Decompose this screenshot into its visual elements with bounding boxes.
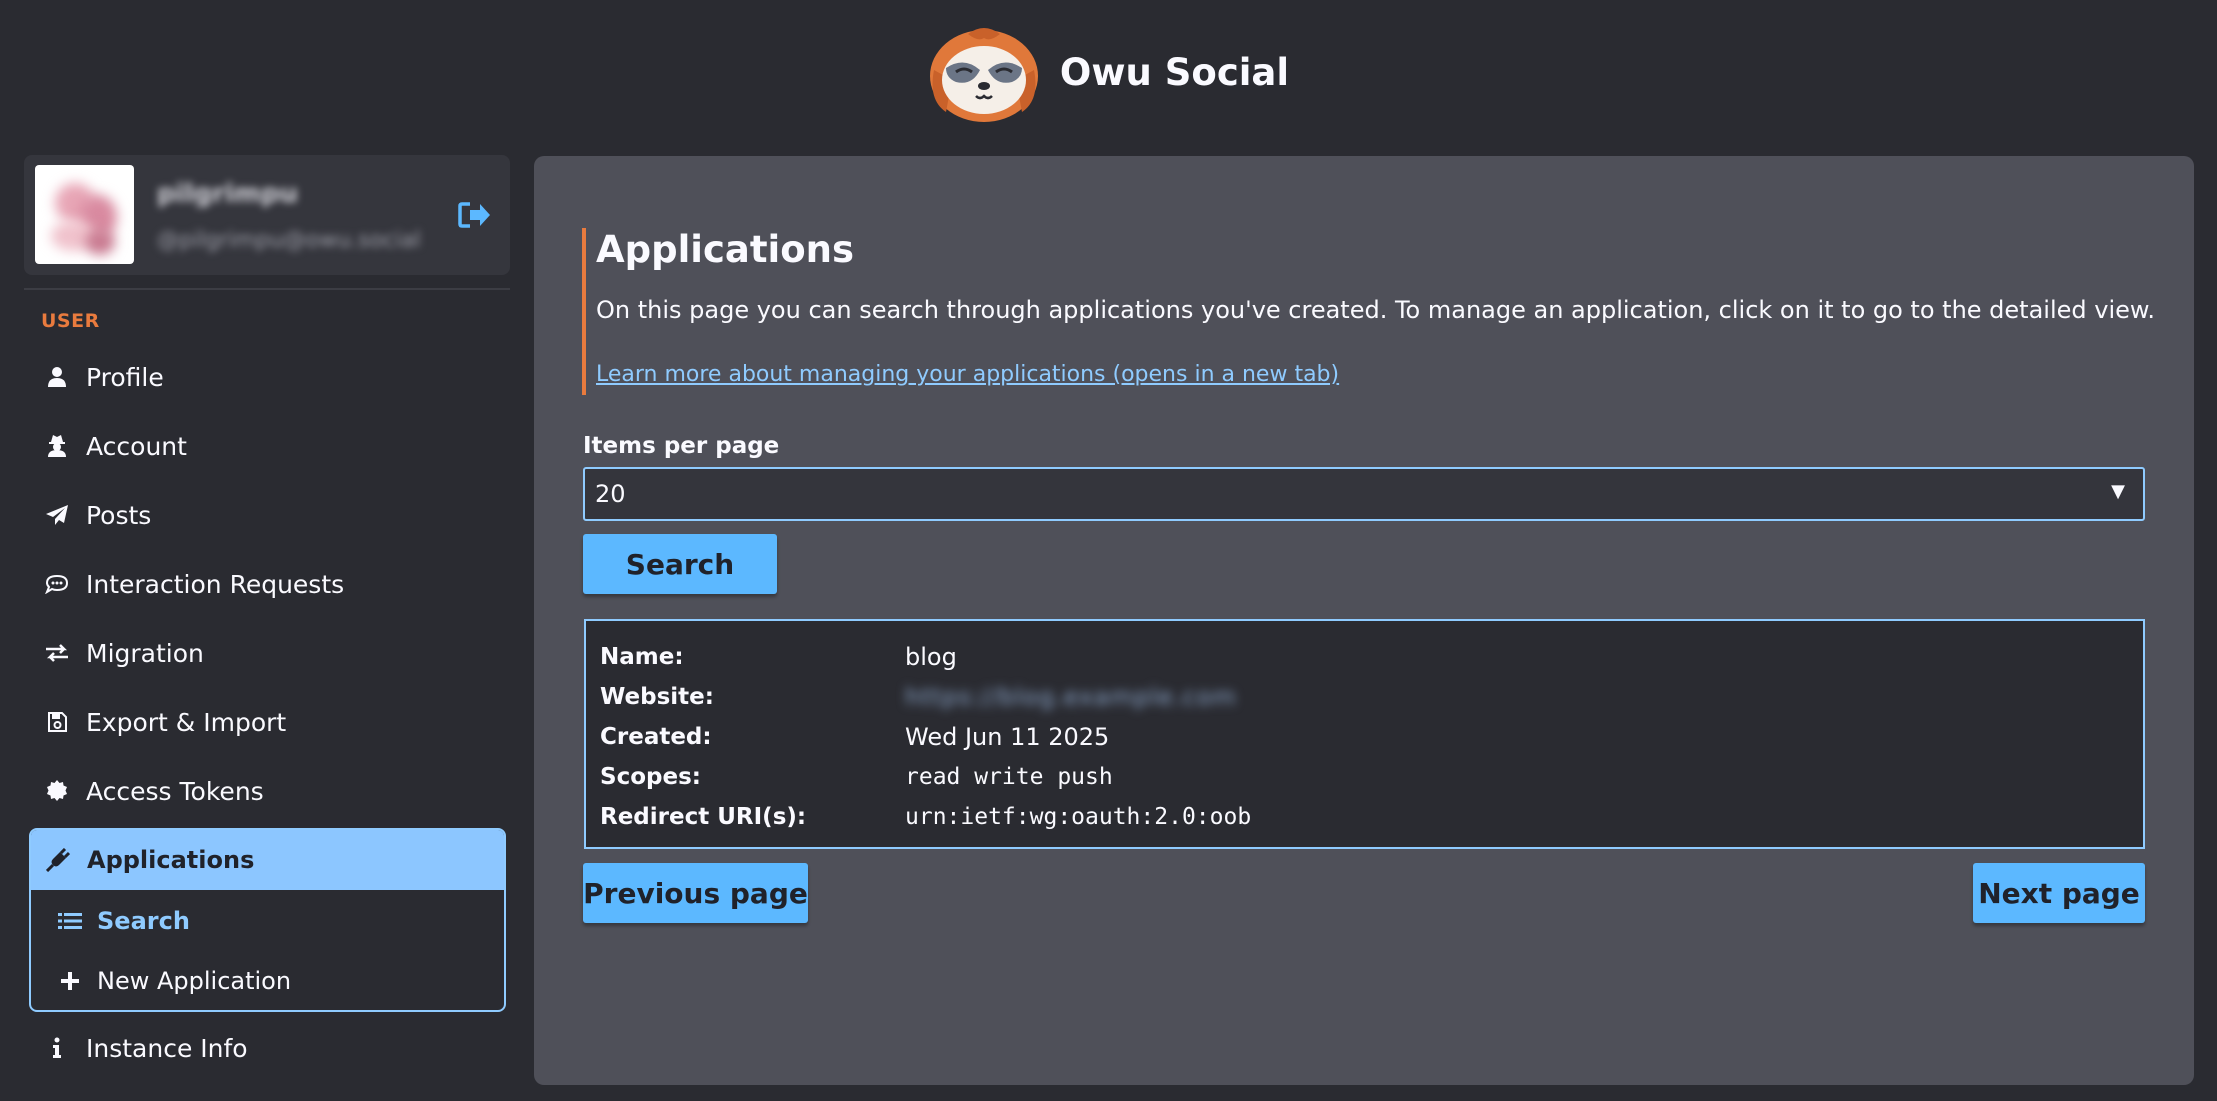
list-icon (57, 908, 83, 934)
sidebar-subitem-label: New Application (97, 967, 292, 995)
sidebar-item-label: Export & Import (86, 707, 287, 737)
sidebar-item-applications[interactable]: Applications (31, 830, 504, 890)
sidebar-item-export-import[interactable]: Export & Import (30, 692, 508, 752)
caret-down-icon: ▼ (2111, 481, 2125, 502)
sidebar-item-instance-info[interactable]: Instance Info (30, 1018, 508, 1078)
application-name: blog (905, 643, 957, 671)
user-icon (44, 364, 70, 390)
logout-icon (458, 202, 490, 228)
sidebar-item-label: Account (86, 431, 187, 461)
field-label: Created: (600, 724, 712, 750)
page-description: On this page you can search through appl… (596, 296, 2155, 324)
main-panel: Applications On this page you can search… (534, 156, 2194, 1085)
sidebar-item-profile[interactable]: Profile (30, 347, 508, 407)
sidebar-item-label: Migration (86, 638, 204, 668)
sidebar: pilgrimpu @pilgrimpu@owu.social USER Pro… (24, 155, 512, 1101)
applications-group: Applications Search New Application (29, 828, 506, 1012)
comments-icon (44, 571, 70, 597)
sidebar-subitem-new-application[interactable]: New Application (31, 952, 504, 1010)
field-label: Scopes: (600, 764, 701, 790)
application-scopes-row: Scopes: read write push (600, 757, 2120, 797)
display-name: pilgrimpu (157, 179, 298, 207)
sidebar-subitem-label: Search (97, 907, 190, 935)
user-card: pilgrimpu @pilgrimpu@owu.social (24, 155, 510, 275)
site-header: Owu Social (0, 0, 2217, 150)
sidebar-divider (24, 288, 510, 290)
sidebar-item-label: Applications (87, 846, 255, 874)
avatar[interactable] (35, 165, 134, 264)
application-redirect-row: Redirect URI(s): urn:ietf:wg:oauth:2.0:o… (600, 797, 2120, 837)
section-label-user: USER (41, 310, 100, 332)
sidebar-item-interaction-requests[interactable]: Interaction Requests (30, 554, 508, 614)
application-created-row: Created: Wed Jun 11 2025 (600, 717, 2120, 757)
logout-button[interactable] (456, 197, 494, 233)
application-website: https://blog.example.com (905, 683, 1237, 711)
items-per-page-value: 20 (595, 480, 626, 508)
certificate-icon (44, 778, 70, 804)
sidebar-item-label: Posts (86, 500, 152, 530)
field-label: Name: (600, 644, 684, 670)
previous-page-button[interactable]: Previous page (583, 863, 808, 923)
application-scopes: read write push (905, 764, 1113, 790)
sloth-logo-icon[interactable] (928, 20, 1040, 124)
plus-icon (57, 968, 83, 994)
field-label: Redirect URI(s): (600, 804, 807, 830)
items-per-page-label: Items per page (583, 433, 780, 459)
sidebar-item-label: Instance Info (86, 1033, 248, 1063)
user-secret-icon (44, 433, 70, 459)
floppy-disk-icon (44, 709, 70, 735)
application-entry[interactable]: Name: blog Website: https://blog.example… (584, 619, 2145, 849)
application-redirect-uri: urn:ietf:wg:oauth:2.0:oob (905, 804, 1252, 830)
page-intro: Applications On this page you can search… (582, 228, 2155, 395)
info-icon (44, 1035, 70, 1061)
sidebar-item-migration[interactable]: Migration (30, 623, 508, 683)
account-handle: @pilgrimpu@owu.social (157, 228, 421, 252)
application-created: Wed Jun 11 2025 (905, 723, 1110, 751)
field-label: Website: (600, 684, 714, 710)
sidebar-item-account[interactable]: Account (30, 416, 508, 476)
sidebar-item-posts[interactable]: Posts (30, 485, 508, 545)
sidebar-subitem-search[interactable]: Search (31, 892, 504, 950)
application-name-row: Name: blog (600, 637, 2120, 677)
exchange-icon (44, 640, 70, 666)
next-page-button[interactable]: Next page (1973, 863, 2145, 923)
sidebar-item-label: Access Tokens (86, 776, 264, 806)
paper-plane-icon (44, 502, 70, 528)
sidebar-item-label: Interaction Requests (86, 569, 345, 599)
application-website-row: Website: https://blog.example.com (600, 677, 2120, 717)
search-button[interactable]: Search (583, 534, 777, 594)
items-per-page-select[interactable]: 20 ▼ (583, 467, 2145, 521)
page-title: Applications (596, 228, 855, 271)
sidebar-item-label: Profile (86, 362, 164, 392)
learn-more-link[interactable]: Learn more about managing your applicati… (596, 362, 1339, 387)
sidebar-item-access-tokens[interactable]: Access Tokens (30, 761, 508, 821)
plug-icon (45, 847, 71, 873)
site-title: Owu Social (1059, 50, 1290, 94)
